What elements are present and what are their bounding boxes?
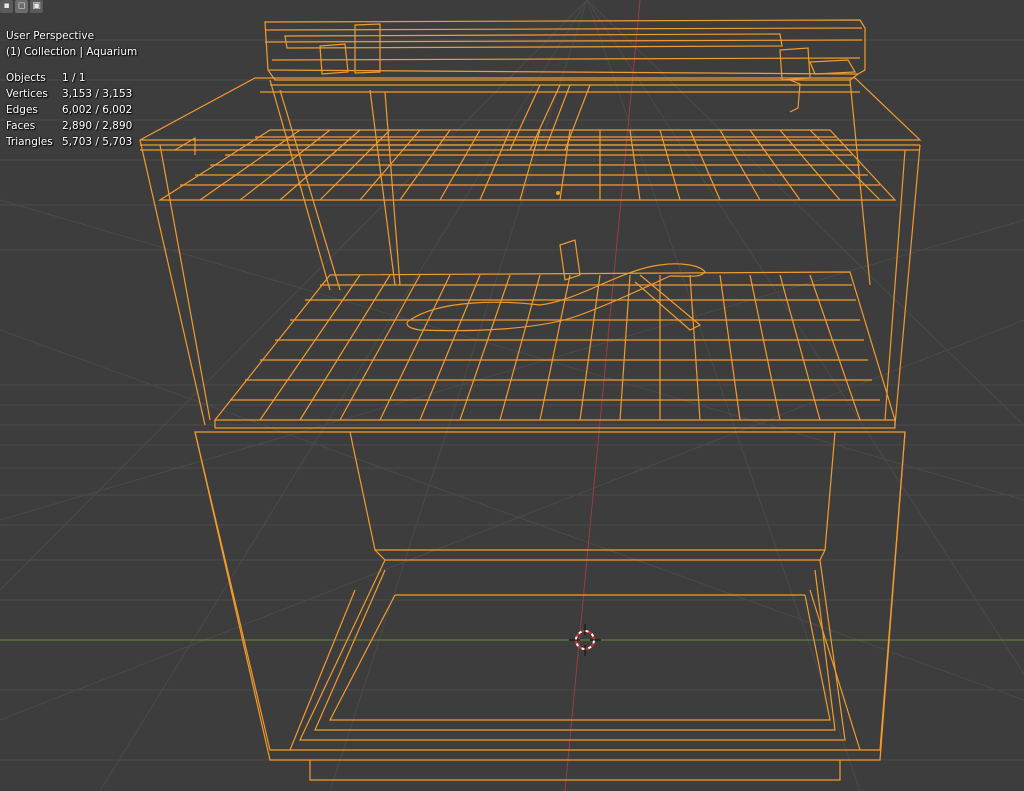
stat-value: 5,703 / 5,703	[62, 136, 133, 148]
collection-label: (1) Collection | Aquarium	[6, 46, 138, 58]
viewport-info-overlay: User Perspective (1) Collection | Aquari…	[6, 28, 137, 150]
aquarium-wireframe[interactable]	[139, 19, 922, 781]
edge-select-icon[interactable]: ◻	[15, 0, 28, 13]
scene-canvas[interactable]	[0, 0, 1024, 791]
select-mode-toolbar: ▪ ◻ ▣	[0, 0, 43, 13]
vertex-select-icon[interactable]: ▪	[0, 0, 13, 13]
stat-value: 3,153 / 3,153	[62, 88, 133, 100]
object-origin-dot	[556, 191, 560, 195]
stat-label: Objects	[6, 72, 46, 84]
stat-value: 6,002 / 6,002	[62, 104, 133, 116]
stat-label: Faces	[6, 120, 36, 132]
stat-label: Vertices	[6, 88, 48, 100]
face-select-icon[interactable]: ▣	[30, 0, 43, 13]
floor-grid	[0, 0, 1024, 791]
stat-label: Edges	[6, 104, 38, 116]
stat-value: 1 / 1	[62, 72, 86, 84]
perspective-label: User Perspective	[6, 30, 95, 42]
y-axis-line	[564, 0, 641, 791]
scene-statistics: Objects 1 / 1 Vertices 3,153 / 3,153 Edg…	[6, 70, 137, 150]
stat-value: 2,890 / 2,890	[62, 120, 133, 132]
3d-viewport[interactable]: ▪ ◻ ▣ User Perspective (1) Collection | …	[0, 0, 1024, 791]
stat-label: Triangles	[6, 136, 53, 148]
